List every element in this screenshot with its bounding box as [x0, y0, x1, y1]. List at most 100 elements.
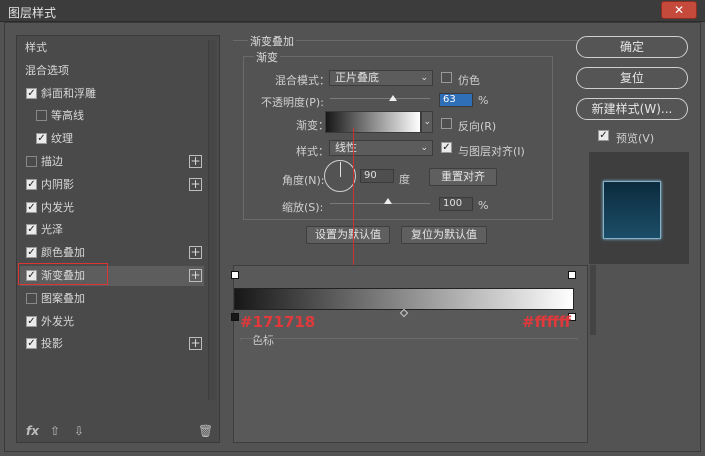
close-button[interactable]: ✕	[661, 1, 697, 19]
color-stops-label: 色标	[252, 332, 274, 348]
sidebar-item-label: 图案叠加	[41, 292, 85, 305]
blend-mode-value: 正片叠底	[335, 71, 379, 84]
sidebar-item-checkbox[interactable]	[26, 293, 37, 304]
sidebar-item-label: 纹理	[51, 132, 73, 145]
add-effect-icon[interactable]: +	[189, 155, 202, 168]
style-label: 样式：	[296, 145, 329, 158]
align-with-layer-label: 与图层对齐(I)	[458, 145, 525, 158]
styles-list-toolbar: fx ⇧ ⇩ 🗑	[24, 424, 214, 440]
chevron-down-icon: ⌄	[423, 117, 431, 127]
sidebar-item-label: 描边	[41, 155, 63, 168]
sidebar-item-checkbox[interactable]: ✓	[26, 316, 37, 327]
add-effect-icon[interactable]: +	[189, 337, 202, 350]
sidebar-item[interactable]: 等高线	[20, 106, 204, 126]
sidebar-item-checkbox[interactable]: ✓	[26, 338, 37, 349]
opacity-slider-thumb[interactable]	[389, 95, 397, 101]
scale-slider[interactable]	[330, 203, 430, 204]
blend-mode-select[interactable]: 正片叠底 ⌄	[329, 70, 433, 86]
sidebar-item-checkbox[interactable]	[36, 110, 47, 121]
chevron-down-icon: ⌄	[420, 73, 428, 83]
sidebar-item-label: 内发光	[41, 201, 74, 214]
ok-button[interactable]: 确定	[576, 36, 688, 58]
sidebar-item-label: 样式	[25, 41, 47, 54]
arrow-down-icon[interactable]: ⇩	[74, 424, 84, 438]
sidebar-item-checkbox[interactable]: ✓	[26, 179, 37, 190]
title-bar: 图层样式 ✕	[0, 0, 705, 22]
group-title: 渐变	[254, 49, 280, 65]
preview-thumbnail	[603, 181, 661, 239]
new-style-button[interactable]: 新建样式(W)...	[576, 98, 688, 120]
sidebar-item[interactable]: 混合选项	[20, 61, 204, 81]
sidebar-item[interactable]: 样式	[20, 38, 204, 58]
right-color-annotation: #ffffff	[522, 313, 572, 331]
add-effect-icon[interactable]: +	[189, 269, 202, 282]
sidebar-item-checkbox[interactable]: ✓	[26, 224, 37, 235]
arrow-up-icon[interactable]: ⇧	[50, 424, 60, 438]
reset-default-button[interactable]: 复位为默认值	[401, 226, 487, 244]
gradient-bar[interactable]	[234, 288, 574, 310]
add-effect-icon[interactable]: +	[189, 246, 202, 259]
sidebar-item[interactable]: ✓ 纹理	[20, 129, 204, 149]
opacity-unit: %	[478, 94, 489, 107]
color-stops-group	[240, 338, 578, 340]
dither-checkbox[interactable]	[441, 72, 452, 83]
styles-list-scrollbar[interactable]	[208, 40, 216, 400]
section-title: 渐变叠加	[248, 33, 296, 49]
sidebar-item-checkbox[interactable]: ✓	[26, 202, 37, 213]
trash-icon[interactable]: 🗑	[198, 424, 213, 438]
reset-alignment-button[interactable]: 重置对齐	[429, 168, 497, 186]
fx-icon[interactable]: fx	[26, 424, 39, 438]
preview-checkbox[interactable]: ✓	[598, 130, 609, 141]
opacity-slider[interactable]	[330, 98, 430, 99]
gradient-style-select[interactable]: 线性 ⌄	[329, 140, 433, 156]
editor-scrollbar[interactable]	[590, 265, 596, 335]
set-default-button[interactable]: 设置为默认值	[306, 226, 390, 244]
sidebar-item-label: 等高线	[51, 109, 84, 122]
angle-dial[interactable]	[324, 160, 356, 192]
sidebar-item[interactable]: ✓ 内发光	[20, 198, 204, 218]
angle-input[interactable]: 90	[360, 169, 394, 183]
scale-label: 缩放(S):	[282, 201, 324, 214]
gradient-picker[interactable]	[325, 111, 421, 133]
angle-needle	[340, 162, 341, 177]
scale-input[interactable]: 100	[439, 197, 473, 211]
sidebar-item-label: 颜色叠加	[41, 246, 85, 259]
sidebar-item[interactable]: ✓ 斜面和浮雕	[20, 84, 204, 104]
selected-item-highlight	[18, 263, 108, 285]
sidebar-item[interactable]: 描边 +	[20, 152, 204, 172]
opacity-stop-right[interactable]	[568, 271, 576, 279]
preview-label: 预览(V)	[616, 132, 655, 145]
reset-button[interactable]: 复位	[576, 67, 688, 89]
sidebar-item-checkbox[interactable]: ✓	[36, 133, 47, 144]
color-stop-left[interactable]	[231, 313, 239, 321]
sidebar-item-label: 斜面和浮雕	[41, 87, 96, 100]
sidebar-item[interactable]: ✓ 外发光	[20, 312, 204, 332]
chevron-down-icon: ⌄	[420, 143, 428, 153]
sidebar-item-label: 光泽	[41, 223, 63, 236]
opacity-input[interactable]: 63	[439, 93, 473, 107]
sidebar-item[interactable]: ✓ 颜色叠加 +	[20, 243, 204, 263]
align-with-layer-checkbox[interactable]: ✓	[441, 142, 452, 153]
sidebar-item[interactable]: 图案叠加	[20, 289, 204, 309]
sidebar-item-label: 外发光	[41, 315, 74, 328]
sidebar-item[interactable]: ✓ 内阴影 +	[20, 175, 204, 195]
opacity-stop-left[interactable]	[231, 271, 239, 279]
sidebar-item-checkbox[interactable]: ✓	[26, 247, 37, 258]
sidebar-item[interactable]: ✓ 光泽	[20, 220, 204, 240]
scale-unit: %	[478, 199, 489, 212]
reverse-checkbox[interactable]	[441, 118, 452, 129]
angle-label: 角度(N):	[282, 174, 325, 187]
angle-unit: 度	[399, 173, 410, 186]
gradient-picker-dropdown[interactable]: ⌄	[421, 111, 433, 133]
scale-slider-thumb[interactable]	[384, 198, 392, 204]
add-effect-icon[interactable]: +	[189, 178, 202, 191]
reverse-label: 反向(R)	[458, 120, 497, 133]
sidebar-item-label: 内阴影	[41, 178, 74, 191]
sidebar-item-checkbox[interactable]: ✓	[26, 88, 37, 99]
sidebar-item-checkbox[interactable]	[26, 156, 37, 167]
window-title: 图层样式	[8, 6, 57, 20]
sidebar-item[interactable]: ✓ 投影 +	[20, 334, 204, 354]
opacity-label: 不透明度(P):	[261, 96, 324, 109]
sidebar-item-label: 混合选项	[25, 64, 69, 77]
dither-label: 仿色	[458, 74, 480, 87]
